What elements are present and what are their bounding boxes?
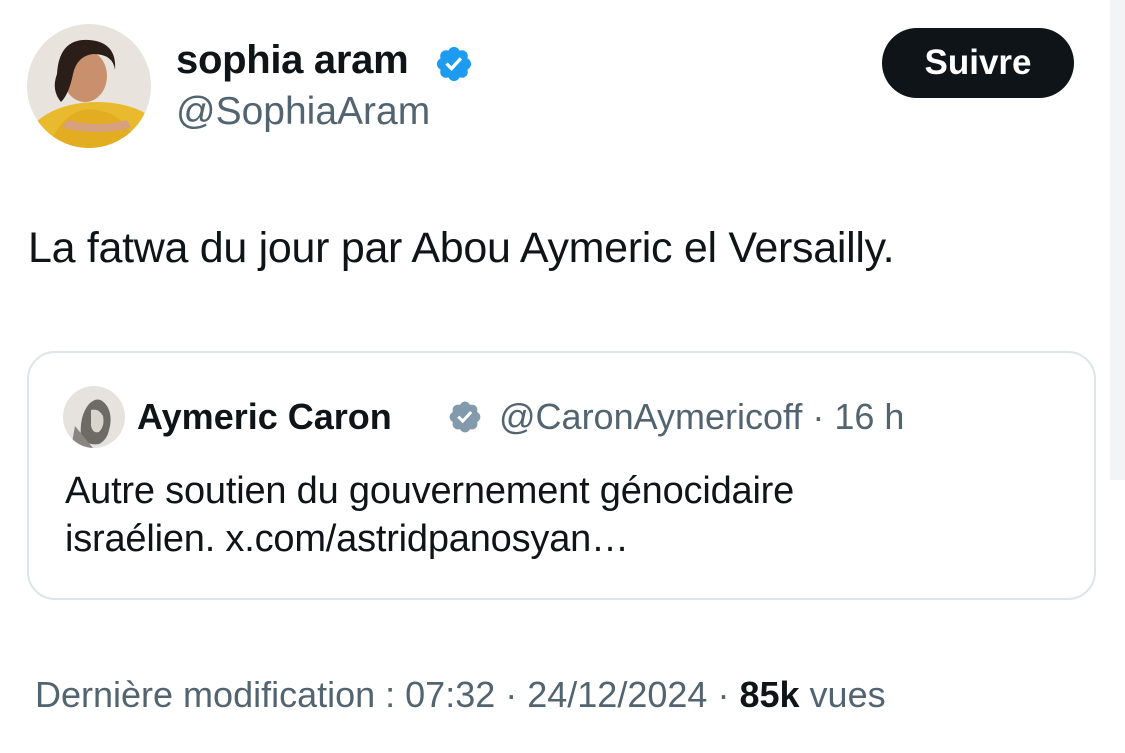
- quoted-text-line: israélien. x.com/astridpanosyan…: [65, 518, 629, 560]
- tweet-text: La fatwa du jour par Abou Aymeric el Ver…: [28, 224, 895, 272]
- verified-badge-gray-icon: [449, 401, 481, 433]
- quoted-tweet-card[interactable]: Aymeric Caron @CaronAymericoff · 16 h Au…: [27, 351, 1096, 600]
- author-avatar-image: [27, 24, 151, 148]
- verified-badge-icon: [436, 46, 472, 82]
- author-avatar[interactable]: [27, 24, 151, 148]
- quoted-text-line: Autre soutien du gouvernement génocidair…: [65, 470, 795, 512]
- tweet-footer: Dernière modification : 07:32 · 24/12/20…: [35, 674, 886, 716]
- views-count: 85k: [739, 674, 800, 715]
- author-name[interactable]: sophia aram: [176, 38, 409, 83]
- quoted-author-handle[interactable]: @CaronAymericoff: [499, 396, 802, 437]
- quoted-author-avatar[interactable]: [63, 386, 125, 448]
- quoted-tweet-time[interactable]: 16 h: [834, 396, 904, 437]
- footer-separator: ·: [717, 674, 730, 715]
- meta-separator: ·: [812, 396, 825, 437]
- quoted-author-avatar-image: [63, 386, 125, 448]
- follow-button[interactable]: Suivre: [882, 28, 1074, 98]
- quoted-tweet-meta: @CaronAymericoff · 16 h: [499, 396, 904, 438]
- quoted-tweet-text: Autre soutien du gouvernement génocidair…: [65, 467, 1065, 563]
- quoted-author-name[interactable]: Aymeric Caron: [137, 396, 392, 438]
- scrollbar-track[interactable]: [1110, 0, 1125, 480]
- author-handle[interactable]: @SophiaAram: [176, 90, 430, 134]
- views-label: vues: [809, 674, 886, 715]
- edited-timestamp[interactable]: Dernière modification : 07:32 · 24/12/20…: [35, 674, 707, 715]
